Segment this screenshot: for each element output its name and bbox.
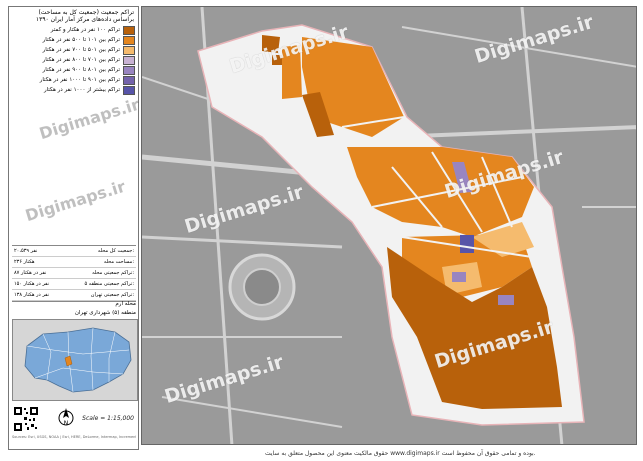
- stat-label: تراکم جمعیتی محله:: [92, 270, 134, 276]
- stat-row: ۸۷ نفر در هکتار تراکم جمعیتی محله:: [12, 268, 136, 279]
- legend-label: تراکم ۱۰۰ نفر در هکتار و کمتر: [50, 27, 120, 33]
- legend-item: تراکم بین ۹۰۱ تا ۱۰۰۰ نفر در هکتار: [12, 75, 135, 85]
- legend-swatch: [123, 75, 135, 85]
- legend-label: تراکم بین ۵۰۱ تا ۷۰۰ نفر در هکتار: [42, 47, 120, 53]
- stats-table: ۲۰،۵۳۹ نفر جمعیت کل محله: ۲۳۶ هکتار مساح…: [12, 245, 136, 302]
- block-class1: [272, 55, 282, 65]
- stat-label: تراکم جمعیتی منطقه ۵:: [84, 281, 134, 287]
- stat-row: ۲۰،۵۳۹ نفر جمعیت کل محله:: [12, 246, 136, 257]
- block-class1: [262, 35, 280, 53]
- legend-item: تراکم بین ۸۰۱ تا ۹۰۰ نفر در هکتار: [12, 65, 135, 75]
- watermark-side-2: Digimaps.ir: [23, 176, 128, 226]
- legend-swatch: [123, 85, 135, 95]
- stat-row: ۲۳۶ هکتار مساحت محله:: [12, 257, 136, 268]
- legend-item: تراکم بین ۷۰۱ تا ۸۰۰ نفر در هکتار: [12, 55, 135, 65]
- north-label: N: [64, 420, 69, 427]
- stat-value: ۱۵۰ نفر در هکتار: [14, 281, 50, 287]
- main-map[interactable]: Digimaps.ir Digimaps.ir Digimaps.ir Digi…: [141, 6, 637, 445]
- stat-label: تراکم جمعیتی تهران:: [90, 292, 134, 298]
- legend-item: تراکم بیشتر از ۱۰۰۰ نفر در هکتار: [12, 85, 135, 95]
- stat-label: مساحت محله:: [103, 259, 134, 265]
- title-line-1: تراکم جمعیت (جمعیت کل به مساحت): [38, 9, 134, 16]
- stat-value: ۸۷ نفر در هکتار: [14, 270, 47, 276]
- stat-label: جمعیت کل محله:: [97, 248, 134, 254]
- district-name: منطقه (۵) شهرداری تهران: [74, 310, 136, 316]
- legend-label: تراکم بین ۷۰۱ تا ۸۰۰ نفر در هکتار: [42, 57, 120, 63]
- stadium: [228, 253, 296, 321]
- block-class5: [452, 272, 466, 282]
- block-class2: [282, 45, 302, 99]
- area-name-block: محله ارم منطقه (۵) شهرداری تهران: [12, 300, 136, 318]
- legend-label: تراکم بین ۹۰۱ تا ۱۰۰۰ نفر در هکتار: [39, 77, 120, 83]
- legend-swatch: [123, 55, 135, 65]
- credits-area: N Scale = 1:15,000 Sources: Esri, USGS, …: [12, 403, 136, 443]
- legend-swatch: [123, 25, 135, 35]
- copyright-disclaimer: حقوق مالکیت معنوی این محصول متعلق به سای…: [265, 450, 536, 457]
- map-title: تراکم جمعیت (جمعیت کل به مساحت) براساس د…: [9, 7, 138, 25]
- location-inset-map: [12, 319, 138, 401]
- scale-text: Scale = 1:15,000: [82, 415, 134, 422]
- legend-label: تراکم بین ۸۰۱ تا ۹۰۰ نفر در هکتار: [42, 67, 120, 73]
- legend-item: تراکم ۱۰۰ نفر در هکتار و کمتر: [12, 25, 135, 35]
- map-legend-panel: تراکم جمعیت (جمعیت کل به مساحت) براساس د…: [8, 6, 142, 450]
- legend-item: تراکم بین ۱۰۱ تا ۵۰۰ نفر در هکتار: [12, 35, 135, 45]
- stat-value: ۲۳۶ هکتار: [14, 259, 35, 265]
- legend-label: تراکم بین ۱۰۱ تا ۵۰۰ نفر در هکتار: [42, 37, 120, 43]
- north-arrow-icon: N: [58, 407, 74, 429]
- legend-swatch: [123, 35, 135, 45]
- basemap-credits: Sources: Esri, USGS, NOAA | Esri, HERE, …: [12, 435, 136, 439]
- legend: تراکم ۱۰۰ نفر در هکتار و کمتر تراکم بین …: [9, 25, 138, 95]
- stat-row: ۱۵۰ نفر در هکتار تراکم جمعیتی منطقه ۵:: [12, 279, 136, 290]
- watermark-side-1: Digimaps.ir: [37, 94, 142, 144]
- legend-swatch: [123, 45, 135, 55]
- title-line-2: براساس داده‌های مرکز آمار ایران ۱۳۹۰: [35, 16, 134, 23]
- legend-swatch: [123, 65, 135, 75]
- block-class7: [460, 235, 474, 253]
- stat-value: ۱۳۸ نفر در هکتار: [14, 292, 50, 298]
- neighborhood-name: محله ارم: [115, 301, 136, 307]
- main-map-svg: [142, 7, 636, 444]
- legend-label: تراکم بیشتر از ۱۰۰۰ نفر در هکتار: [43, 87, 120, 93]
- block-class5: [498, 295, 514, 305]
- qr-code-icon: [13, 406, 39, 432]
- stat-value: ۲۰،۵۳۹ نفر: [14, 248, 38, 254]
- legend-item: تراکم بین ۵۰۱ تا ۷۰۰ نفر در هکتار: [12, 45, 135, 55]
- inset-map-svg: [13, 320, 137, 400]
